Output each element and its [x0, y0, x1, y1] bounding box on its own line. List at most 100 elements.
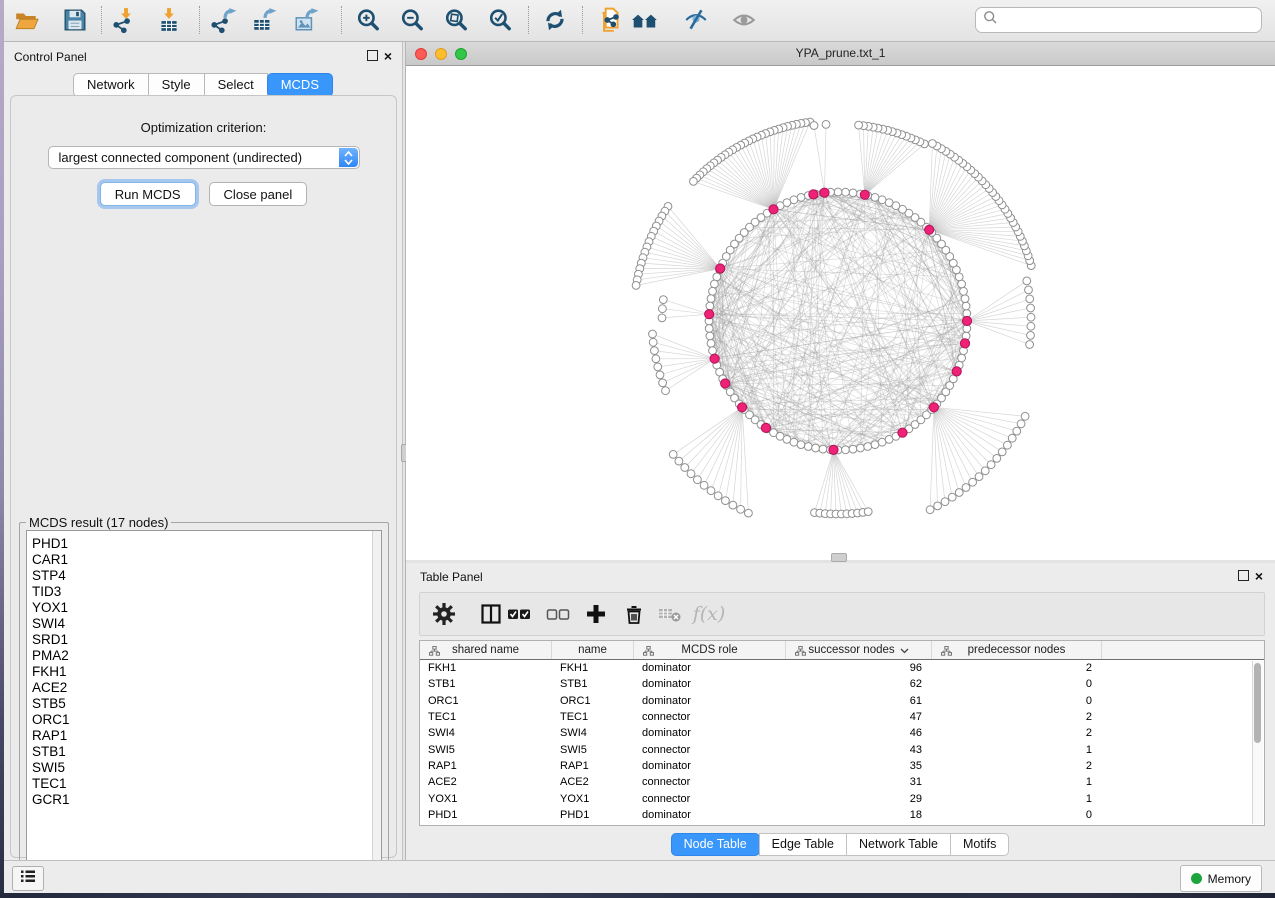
- tab-motifs[interactable]: Motifs: [950, 833, 1009, 856]
- deselect-all-button[interactable]: [541, 597, 575, 631]
- column-header-successor-nodes[interactable]: successor nodes: [786, 641, 932, 659]
- cell-shared-name: STB1: [420, 678, 552, 690]
- node-table: shared namenameMCDS rolesuccessor nodesp…: [419, 640, 1265, 826]
- search-box[interactable]: [975, 7, 1262, 33]
- save-button[interactable]: [58, 3, 92, 37]
- cell-MCDS-role: dominator: [634, 760, 786, 772]
- mcds-result-item[interactable]: SWI5: [27, 760, 381, 776]
- mcds-result-item[interactable]: ORC1: [27, 712, 381, 728]
- export-network-button[interactable]: [207, 3, 241, 37]
- table-row[interactable]: SWI4SWI4dominator462: [420, 725, 1264, 741]
- tab-edge-table[interactable]: Edge Table: [759, 833, 847, 856]
- tab-mcds[interactable]: MCDS: [267, 73, 333, 97]
- mcds-result-item[interactable]: YOX1: [27, 600, 381, 616]
- minimize-window-icon[interactable]: [435, 48, 447, 60]
- column-header-name[interactable]: name: [552, 641, 634, 659]
- mcds-list-scrollbar[interactable]: [372, 531, 381, 867]
- run-mcds-button[interactable]: Run MCDS: [100, 182, 196, 206]
- zoom-fit-button[interactable]: [439, 3, 473, 37]
- table-scrollbar-thumb[interactable]: [1254, 663, 1261, 743]
- mcds-result-item[interactable]: ACE2: [27, 680, 381, 696]
- mcds-result-list[interactable]: PHD1CAR1STP4TID3YOX1SWI4SRD1PMA2FKH1ACE2…: [26, 530, 382, 868]
- cell-MCDS-role: connector: [634, 793, 786, 805]
- optimization-criterion-select[interactable]: largest connected component (undirected): [48, 146, 360, 169]
- table-row[interactable]: STB1STB1dominator620: [420, 676, 1264, 692]
- float-table-panel-icon[interactable]: [1238, 570, 1249, 581]
- export-image-button[interactable]: [289, 3, 323, 37]
- mcds-result-item[interactable]: CAR1: [27, 552, 381, 568]
- close-panel-icon[interactable]: ×: [384, 51, 392, 61]
- cell-shared-name: SWI4: [420, 727, 552, 739]
- mcds-result-title: MCDS result (17 nodes): [26, 515, 171, 530]
- export-table-button[interactable]: [247, 3, 281, 37]
- horizontal-splitter-grip[interactable]: [831, 553, 847, 562]
- mcds-result-item[interactable]: TEC1: [27, 776, 381, 792]
- mcds-result-item[interactable]: FKH1: [27, 664, 381, 680]
- cell-name: ORC1: [552, 695, 634, 707]
- control-panel-tabs: NetworkStyleSelectMCDS: [4, 73, 402, 97]
- memory-button[interactable]: Memory: [1180, 865, 1262, 892]
- table-row[interactable]: YOX1YOX1connector291: [420, 790, 1264, 806]
- open-folder-button[interactable]: [10, 3, 44, 37]
- network-title-bar: YPA_prune.txt_1: [406, 42, 1275, 66]
- gear-button[interactable]: [427, 597, 461, 631]
- network-graph[interactable]: [406, 66, 1275, 560]
- cell-name: RAP1: [552, 760, 634, 772]
- select-stepper-icon: [339, 148, 358, 167]
- table-row[interactable]: TEC1TEC1connector472: [420, 709, 1264, 725]
- cell-MCDS-role: dominator: [634, 695, 786, 707]
- tab-style[interactable]: Style: [148, 73, 205, 97]
- mcds-result-item[interactable]: PMA2: [27, 648, 381, 664]
- search-input[interactable]: [998, 12, 1261, 28]
- tab-network[interactable]: Network: [73, 73, 149, 97]
- toolbar-separator: [528, 6, 529, 34]
- table-row[interactable]: PHD1PHD1dominator180: [420, 807, 1264, 823]
- mcds-result-item[interactable]: SWI4: [27, 616, 381, 632]
- delete-button[interactable]: [617, 597, 651, 631]
- control-panel-title: Control Panel: [14, 50, 87, 64]
- maximize-window-icon[interactable]: [455, 48, 467, 60]
- table-scrollbar[interactable]: [1252, 661, 1263, 824]
- document-share-button[interactable]: [593, 3, 627, 37]
- import-network-button[interactable]: [109, 3, 143, 37]
- mcds-result-item[interactable]: GCR1: [27, 792, 381, 808]
- toolbar-separator: [199, 6, 200, 34]
- table-row[interactable]: SWI5SWI5connector431: [420, 741, 1264, 757]
- mcds-result-item[interactable]: STB1: [27, 744, 381, 760]
- network-canvas[interactable]: [406, 66, 1275, 560]
- table-row[interactable]: RAP1RAP1dominator352: [420, 758, 1264, 774]
- mcds-result-item[interactable]: STP4: [27, 568, 381, 584]
- cell-shared-name: SWI5: [420, 744, 552, 756]
- tab-select[interactable]: Select: [204, 73, 268, 97]
- mcds-result-item[interactable]: PHD1: [27, 536, 381, 552]
- import-table-button[interactable]: [152, 3, 186, 37]
- cell-predecessor-nodes: 0: [932, 678, 1102, 690]
- close-window-icon[interactable]: [415, 48, 427, 60]
- table-row[interactable]: ACE2ACE2connector311: [420, 774, 1264, 790]
- close-panel-button[interactable]: Close panel: [209, 182, 308, 206]
- show-hide-eye-button[interactable]: [727, 3, 761, 37]
- zoom-out-button[interactable]: [395, 3, 429, 37]
- tab-network-table[interactable]: Network Table: [846, 833, 951, 856]
- style-eye-button[interactable]: [679, 3, 713, 37]
- sort-desc-icon: [900, 647, 909, 654]
- column-header-predecessor-nodes[interactable]: predecessor nodes: [932, 641, 1102, 659]
- mcds-result-item[interactable]: STB5: [27, 696, 381, 712]
- home-pair-button[interactable]: [628, 3, 662, 37]
- table-row[interactable]: ORC1ORC1dominator610: [420, 693, 1264, 709]
- zoom-selected-button[interactable]: [483, 3, 517, 37]
- table-row[interactable]: FKH1FKH1dominator962: [420, 660, 1264, 676]
- task-history-button[interactable]: [12, 866, 44, 891]
- close-table-panel-icon[interactable]: ×: [1255, 571, 1263, 581]
- add-button[interactable]: [579, 597, 613, 631]
- tab-node-table[interactable]: Node Table: [671, 833, 760, 856]
- refresh-button[interactable]: [538, 3, 572, 37]
- zoom-in-button[interactable]: [351, 3, 385, 37]
- column-header-MCDS-role[interactable]: MCDS role: [634, 641, 786, 659]
- mcds-result-item[interactable]: RAP1: [27, 728, 381, 744]
- mcds-result-item[interactable]: TID3: [27, 584, 381, 600]
- column-header-shared-name[interactable]: shared name: [420, 641, 552, 659]
- select-all-button[interactable]: [502, 597, 536, 631]
- float-panel-icon[interactable]: [367, 50, 378, 61]
- mcds-result-item[interactable]: SRD1: [27, 632, 381, 648]
